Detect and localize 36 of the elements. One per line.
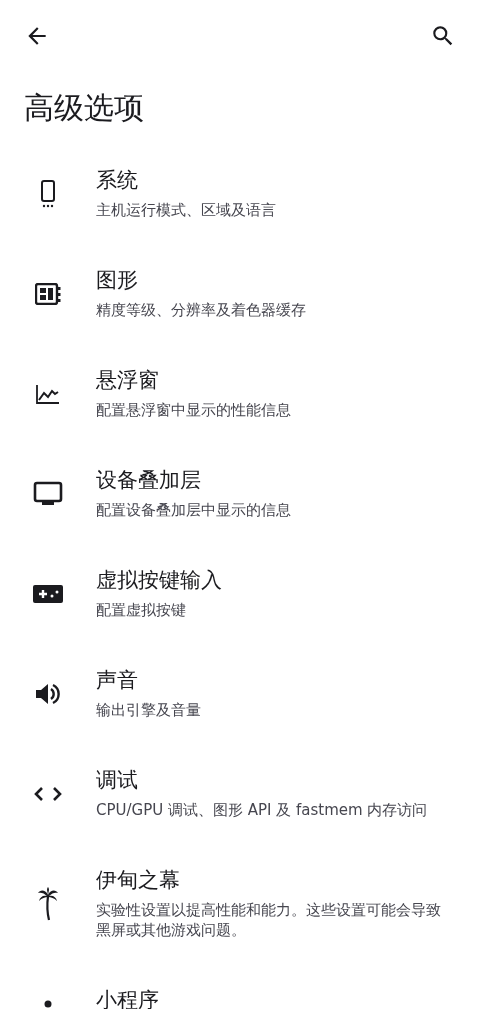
item-title: 系统 <box>96 167 139 193</box>
settings-item[interactable]: 调试 CPU/GPU 调试、图形 API 及 fastmem 内存访问 <box>0 743 480 843</box>
item-title: 伊甸之幕 <box>96 867 181 893</box>
settings-item[interactable]: 声音 输出引擎及音量 <box>0 643 480 743</box>
item-subtitle: 输出引擎及音量 <box>96 700 201 720</box>
item-subtitle: 配置悬浮窗中显示的性能信息 <box>96 400 291 420</box>
item-title: 图形 <box>96 267 139 293</box>
monitor-icon <box>33 480 63 507</box>
item-subtitle: 精度等级、分辨率及着色器缓存 <box>96 300 306 320</box>
item-subtitle: CPU/GPU 调试、图形 API 及 fastmem 内存访问 <box>96 800 428 820</box>
line-chart-icon <box>36 383 60 404</box>
settings-item[interactable]: 悬浮窗 配置悬浮窗中显示的性能信息 <box>0 343 480 443</box>
dot-icon <box>44 999 52 1008</box>
settings-item[interactable]: 系统 主机运行模式、区域及语言 <box>0 143 480 243</box>
settings-item[interactable]: 小程序 <box>0 963 480 1009</box>
palm-tree-icon <box>37 886 59 921</box>
gamepad-icon <box>33 584 63 603</box>
page-title: 高级选项 <box>24 88 144 127</box>
phone-icon <box>40 179 56 208</box>
chip-icon <box>35 282 61 305</box>
item-title: 小程序 <box>96 987 159 1009</box>
item-subtitle: 配置设备叠加层中显示的信息 <box>96 500 291 520</box>
speaker-icon <box>35 681 61 706</box>
settings-item[interactable]: 虚拟按键输入 配置虚拟按键 <box>0 543 480 643</box>
item-subtitle: 主机运行模式、区域及语言 <box>96 200 276 220</box>
settings-item[interactable]: 设备叠加层 配置设备叠加层中显示的信息 <box>0 443 480 543</box>
code-icon <box>34 785 62 802</box>
item-title: 调试 <box>96 767 139 793</box>
item-title: 声音 <box>96 667 139 693</box>
item-subtitle: 实验性设置以提高性能和能力。这些设置可能会导致黑屏或其他游戏问题。 <box>96 900 442 940</box>
item-title: 设备叠加层 <box>96 467 202 493</box>
item-subtitle: 配置虚拟按键 <box>96 600 187 620</box>
settings-item[interactable]: 伊甸之幕 实验性设置以提高性能和能力。这些设置可能会导致黑屏或其他游戏问题。 <box>0 843 480 963</box>
item-title: 虚拟按键输入 <box>96 567 222 593</box>
settings-item[interactable]: 图形 精度等级、分辨率及着色器缓存 <box>0 243 480 343</box>
item-title: 悬浮窗 <box>96 367 160 393</box>
